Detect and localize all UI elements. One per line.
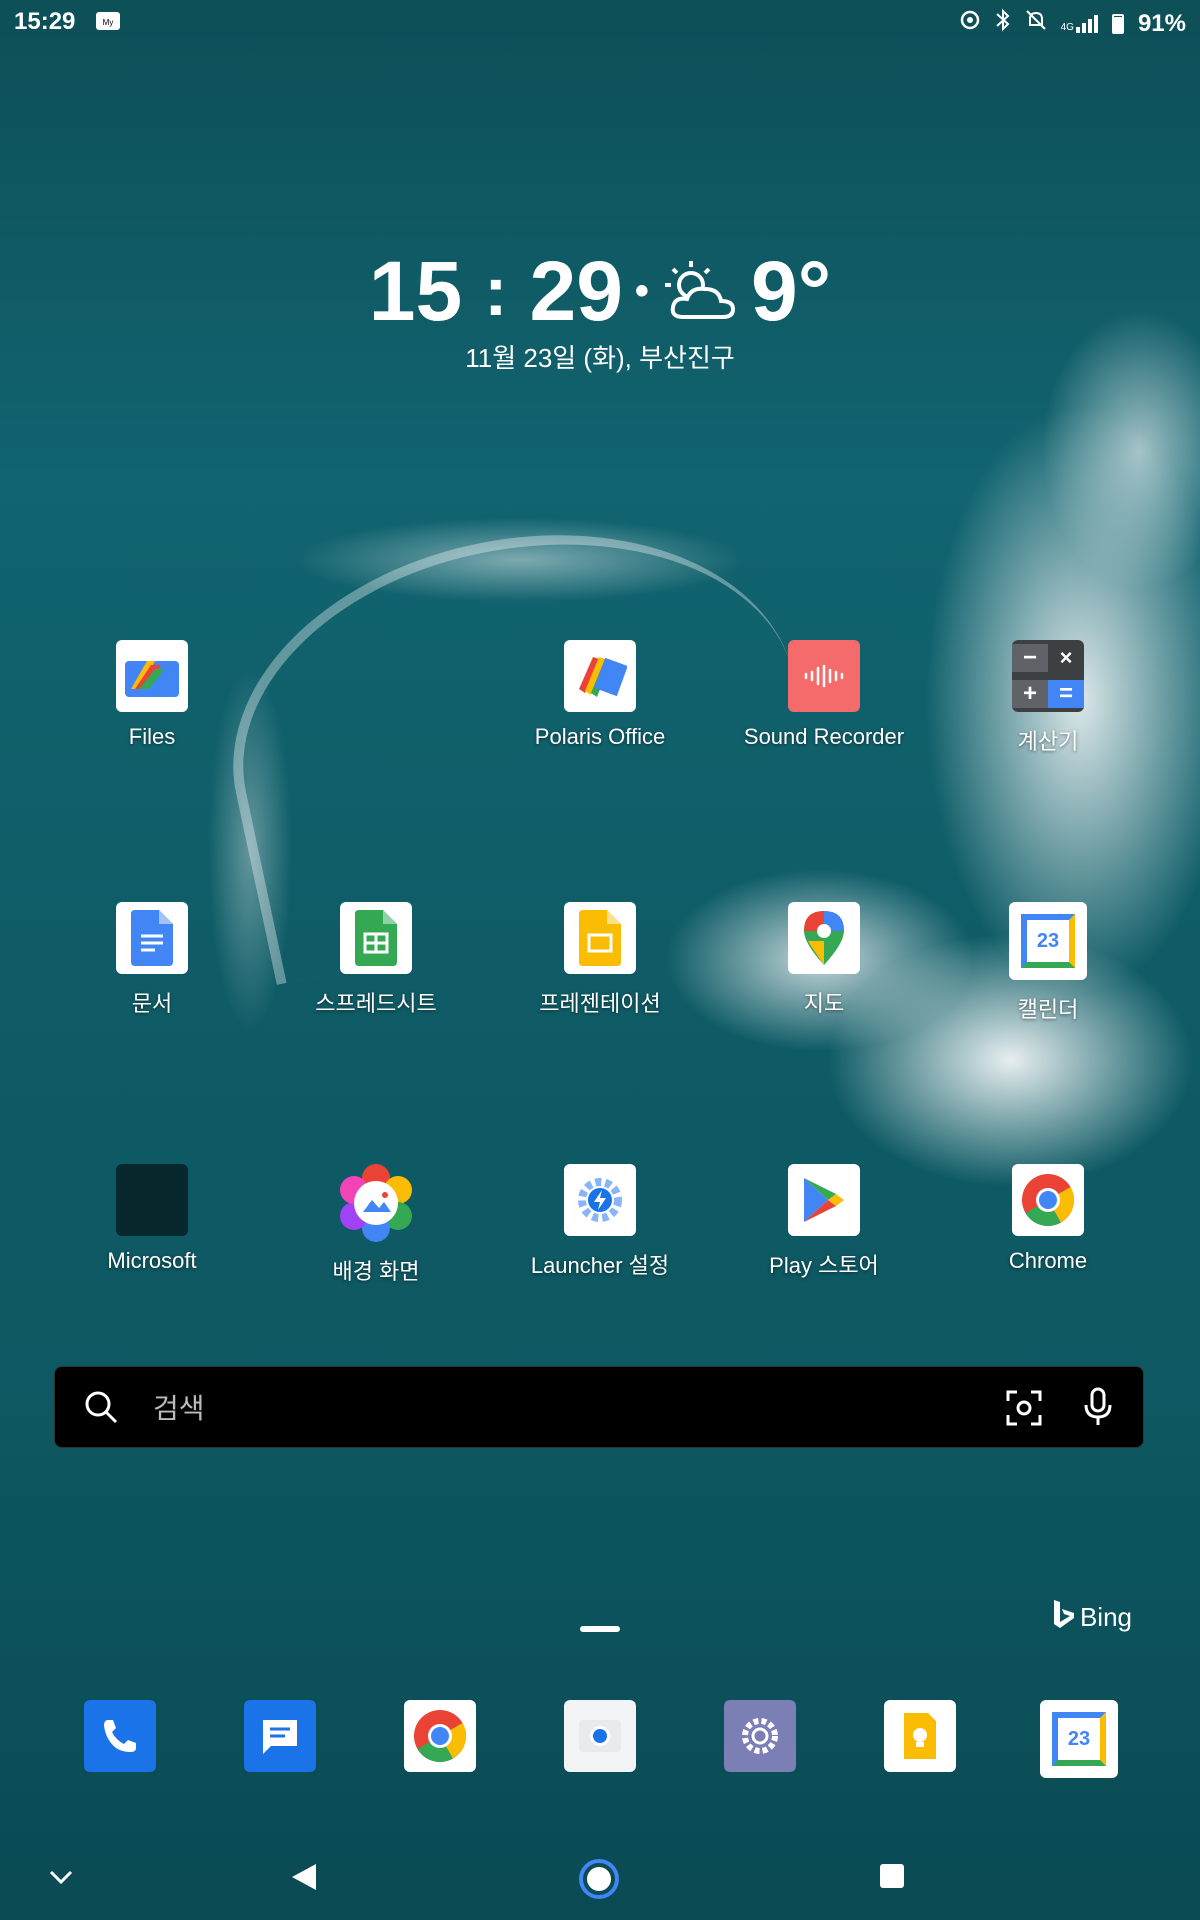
status-icons: 4G 91% [959,8,1186,39]
chevron-down-icon[interactable] [46,1862,76,1892]
phone-icon[interactable] [84,1700,156,1772]
app-label: 프레젠테이션 [539,991,661,1016]
polaris-office-icon [564,640,636,712]
app-maps[interactable]: 지도 [724,902,924,1018]
sound-recorder-icon [788,640,860,712]
navigation-bar [0,1840,1200,1920]
clock-separator: : [484,252,508,330]
search-input[interactable] [151,1383,955,1433]
calendar-day: 23 [1052,1712,1106,1766]
recents-button[interactable] [878,1862,906,1890]
mute-icon [1025,9,1047,38]
files-icon [116,640,188,712]
app-launcher-settings[interactable]: Launcher 설정 [500,1164,700,1280]
calendar-icon: 23 [1009,902,1087,980]
app-label: Launcher 설정 [530,1253,670,1278]
app-microsoft-folder[interactable]: Microsoft [52,1164,252,1274]
bluetooth-icon [995,8,1011,39]
app-drawer-handle[interactable] [580,1626,620,1632]
back-button[interactable] [290,1862,320,1892]
app-label: 지도 [803,991,845,1016]
dot-separator: • [634,269,649,313]
app-chrome[interactable]: Chrome [948,1164,1148,1274]
calendar-day: 23 [1021,914,1075,968]
app-label: 캘린더 [1017,997,1079,1022]
calculator-icon: − × + = [1012,640,1084,712]
clock-weather-widget[interactable]: 15 : 29 • 9° 11월 23일 (화), 부산진구 [0,246,1200,375]
microphone-icon[interactable] [1083,1387,1113,1431]
app-label: Sound Recorder [743,724,905,749]
app-label: Chrome [1008,1248,1088,1273]
partly-cloudy-icon [661,259,739,323]
app-label: Files [128,724,176,749]
maps-icon [788,902,860,974]
status-time: 15:29 [14,8,76,35]
app-slides[interactable]: 프레젠테이션 [500,902,700,1018]
app-sheets[interactable]: 스프레드시트 [276,902,476,1018]
app-sound-recorder[interactable]: Sound Recorder [724,640,924,750]
clock-minute: 29 [529,244,623,338]
visual-search-icon[interactable] [1005,1389,1043,1431]
app-calculator[interactable]: − × + = 계산기 [948,640,1148,756]
app-wallpaper[interactable]: 배경 화면 [276,1164,476,1286]
clock-hour: 15 [368,244,463,338]
calendar-icon[interactable]: 23 [1040,1700,1118,1778]
app-label: Polaris Office [534,724,666,749]
network-type: 4G [1060,21,1074,33]
search-icon [83,1389,119,1429]
chrome-icon[interactable] [404,1700,476,1772]
wallpaper-icon [337,1164,415,1242]
app-label: Play 스토어 [769,1253,879,1278]
sheets-icon [340,902,412,974]
battery-icon [1111,13,1124,34]
docs-icon [116,902,188,974]
location-icon [959,9,981,38]
app-label: 문서 [131,991,173,1016]
app-label: Microsoft [107,1248,197,1273]
bing-icon [1052,1598,1076,1637]
date-location: 11월 23일 (화), 부산진구 [465,343,735,373]
launcher-settings-icon [564,1164,636,1236]
status-bar: 15:29 My 4G 91% [0,0,1200,44]
app-polaris-office[interactable]: Polaris Office [500,640,700,750]
keep-icon[interactable] [884,1700,956,1772]
bing-label: Bing [1079,1602,1132,1632]
messages-icon[interactable] [244,1700,316,1772]
microsoft-folder-icon [116,1164,188,1236]
app-label: 스프레드시트 [315,991,437,1016]
app-play-store[interactable]: Play 스토어 [724,1164,924,1280]
app-files[interactable]: Files [52,640,252,750]
battery-percent: 91% [1137,9,1186,37]
home-button[interactable] [578,1858,620,1900]
dock: 23 [0,1700,1200,1780]
slides-icon [564,902,636,974]
app-label: 배경 화면 [332,1259,420,1284]
temperature: 9° [750,244,832,338]
search-bar[interactable] [54,1366,1144,1448]
camera-icon[interactable] [564,1700,636,1772]
bing-logo[interactable]: Bing [1052,1598,1132,1637]
app-label: 계산기 [1017,729,1079,754]
chrome-icon [1012,1164,1084,1236]
signal-icon: 4G [1060,14,1098,33]
app-calendar[interactable]: 23 캘린더 [948,902,1148,1024]
play-store-icon [788,1164,860,1236]
app-docs[interactable]: 문서 [52,902,252,1018]
notification-badge: My [96,12,120,30]
settings-icon[interactable] [724,1700,796,1772]
